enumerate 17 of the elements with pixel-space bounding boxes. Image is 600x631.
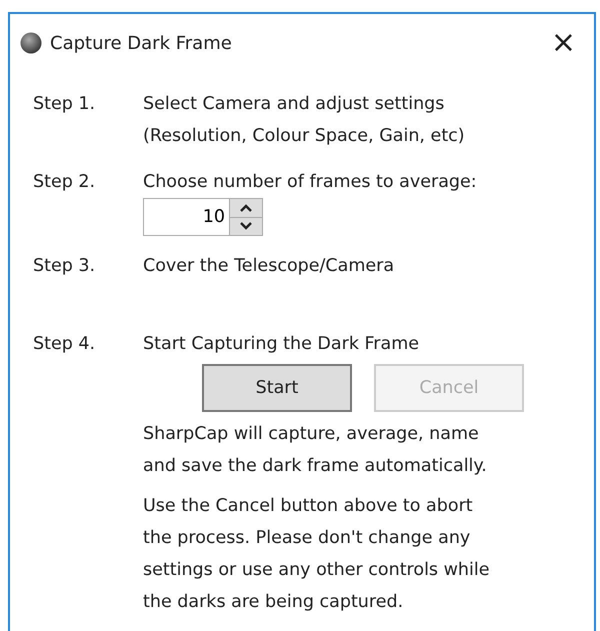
step-label: Step 2. xyxy=(33,171,96,194)
close-button[interactable]: × xyxy=(544,28,582,58)
number-field[interactable]: 10 xyxy=(143,198,230,236)
step-text: Start Capturing the Dark Frame xyxy=(143,333,420,356)
window-title: Capture Dark Frame xyxy=(50,32,233,56)
down-arrow-button[interactable] xyxy=(230,216,262,235)
step-text: Cover the Telescope/Camera xyxy=(143,255,396,278)
info-paragraph: Use the Cancel button above to abort the process. Please don't change any settings or use any other controls while the darks are being captured. xyxy=(143,495,491,614)
step-label: Step 1. xyxy=(33,93,96,116)
step-label: Step 4. xyxy=(33,333,96,356)
up-arrow-button[interactable] xyxy=(230,199,262,216)
step-text: Choose number of frames to average: xyxy=(143,171,478,194)
step-label: Step 3. xyxy=(33,255,96,278)
start-button[interactable]: Start xyxy=(202,364,352,412)
info-paragraph: SharpCap will capture, average, name and save the dark frame automatically. xyxy=(143,423,488,478)
app-icon xyxy=(20,32,42,54)
step-text: Select Camera and adjust settings (Resolution, Colour Space, Gain, etc) xyxy=(143,93,466,148)
